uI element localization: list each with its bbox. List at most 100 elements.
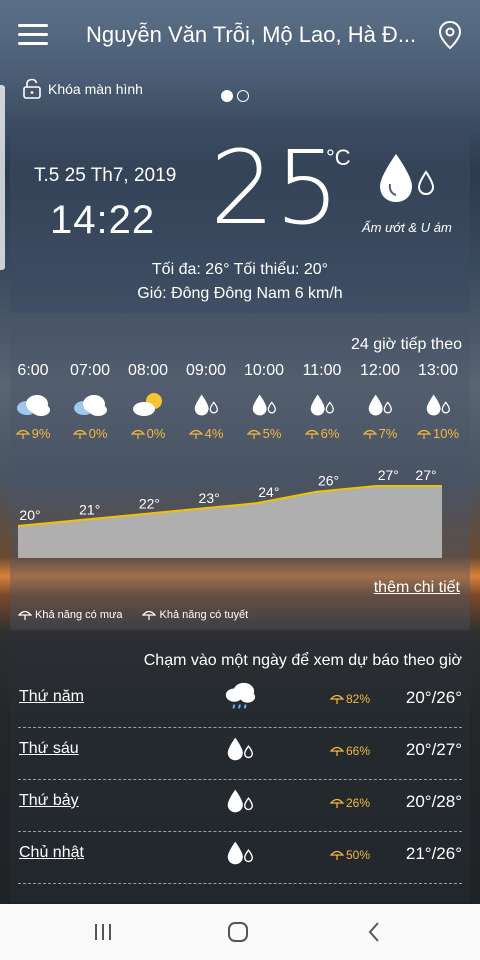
legend-rain-label: Khả năng có mưa xyxy=(35,609,123,621)
hourly-item[interactable]: 08:00 0% xyxy=(119,362,177,441)
chart-temp-label: 23° xyxy=(199,490,220,506)
hour-icon xyxy=(420,392,456,418)
more-details-link[interactable]: thêm chi tiết xyxy=(374,579,460,597)
raindrops-icon xyxy=(380,154,435,202)
hour-precip-value: 10% xyxy=(432,426,460,441)
hourly-item[interactable]: 11:00 6% xyxy=(293,362,351,441)
partly-cloudy-icon xyxy=(74,395,107,416)
day-precip-value: 50% xyxy=(346,848,371,862)
day-icon xyxy=(223,680,257,714)
umbrella-icon xyxy=(330,746,344,756)
chart-temp-label: 21° xyxy=(79,501,100,517)
umbrella-icon xyxy=(188,429,203,439)
hour-label: 07:00 xyxy=(69,362,111,379)
raindrops-icon xyxy=(227,737,253,761)
day-temp-range: 20°/28° xyxy=(405,792,462,811)
umbrella-snow-icon xyxy=(142,610,157,620)
day-precip-value: 26% xyxy=(346,796,371,810)
hour-icon xyxy=(72,392,108,418)
legend-snow-label: Khả năng có tuyết xyxy=(159,609,249,621)
hourly-item[interactable]: 13:00 10% xyxy=(409,362,467,441)
day-precip-value: 82% xyxy=(346,692,371,706)
umbrella-icon xyxy=(330,798,344,808)
side-drawer-handle[interactable] xyxy=(0,85,5,270)
day-icon xyxy=(223,836,257,870)
android-nav-bar xyxy=(0,904,480,960)
daily-row[interactable]: Chủ nhật 50% 21°/26° xyxy=(18,832,462,884)
umbrella-icon xyxy=(330,850,344,860)
hour-label: 12:00 xyxy=(359,362,401,379)
current-time: 14:22 xyxy=(50,198,156,242)
hour-precip: 5% xyxy=(235,426,293,441)
hourly-item[interactable]: 10:00 5% xyxy=(235,362,293,441)
partly-cloudy-icon xyxy=(17,395,50,416)
umbrella-icon xyxy=(15,429,30,439)
raindrops-icon xyxy=(368,394,392,416)
wind-info: Gió: Đông Đông Nam 6 km/h xyxy=(137,285,343,302)
hour-precip-value: 5% xyxy=(262,426,282,441)
lock-label: Khóa màn hình xyxy=(48,81,143,97)
location-title[interactable]: Nguyễn Văn Trỗi, Mộ Lao, Hà Đ... xyxy=(86,22,421,48)
hour-label: 13:00 xyxy=(417,362,459,379)
current-date: T.5 25 Th7, 2019 xyxy=(34,165,177,186)
hour-precip: 6% xyxy=(293,426,351,441)
day-precip: 50% xyxy=(330,848,370,862)
page-dot-1[interactable] xyxy=(221,90,233,102)
hour-precip-value: 7% xyxy=(378,426,398,441)
raindrops-icon xyxy=(310,394,334,416)
hour-label: 10:00 xyxy=(243,362,285,379)
hour-label: 11:00 xyxy=(302,362,342,379)
umbrella-icon xyxy=(416,429,431,439)
top-bar: Nguyễn Văn Trỗi, Mộ Lao, Hà Đ... xyxy=(0,0,480,72)
rain-cloud-icon xyxy=(225,682,256,709)
hour-icon xyxy=(246,392,282,418)
hour-icon xyxy=(15,392,51,418)
daily-row[interactable]: Thứ bảy 26% 20°/28° xyxy=(18,780,462,832)
umbrella-icon xyxy=(246,429,261,439)
day-name[interactable]: Thứ bảy xyxy=(19,792,79,810)
lock-screen-toggle[interactable]: Khóa màn hình xyxy=(22,78,143,100)
temperature-chart: 20° 21° 22° 23° 24° 26° 27° 27° xyxy=(17,467,442,558)
day-precip-value: 66% xyxy=(346,744,371,758)
menu-icon[interactable] xyxy=(18,24,48,46)
hour-icon xyxy=(188,392,224,418)
raindrops-icon xyxy=(252,394,276,416)
temperature-unit: °C xyxy=(326,145,351,170)
daily-row[interactable]: Thứ năm 82% 20°/26° xyxy=(18,676,462,728)
home-icon[interactable] xyxy=(223,920,253,944)
day-name[interactable]: Chủ nhật xyxy=(19,844,84,862)
daily-forecast-panel: Chạm vào một ngày để xem dự báo theo giờ… xyxy=(10,640,470,902)
daily-title: Chạm vào một ngày để xem dự báo theo giờ xyxy=(143,652,462,669)
hour-precip-value: 0% xyxy=(146,426,166,441)
daily-row[interactable]: Thứ sáu 66% 20°/27° xyxy=(18,728,462,780)
umbrella-icon xyxy=(18,610,32,620)
day-precip: 26% xyxy=(330,796,370,810)
back-icon[interactable] xyxy=(360,920,390,944)
raindrops-icon xyxy=(227,789,253,813)
raindrops-icon xyxy=(194,394,218,416)
hour-icon xyxy=(362,392,398,418)
legend-rain: Khả năng có mưa xyxy=(18,609,122,621)
day-temp-range: 21°/26° xyxy=(405,844,462,863)
day-precip: 66% xyxy=(330,744,370,758)
hourly-item[interactable]: 07:00 0% xyxy=(61,362,119,441)
legend-snow: Khả năng có tuyết xyxy=(142,609,248,621)
hour-precip: 0% xyxy=(119,426,177,441)
day-name[interactable]: Thứ năm xyxy=(19,688,84,706)
hourly-item[interactable]: 09:00 4% xyxy=(177,362,235,441)
hourly-item[interactable]: 12:00 7% xyxy=(351,362,409,441)
hour-label: 09:00 xyxy=(185,362,227,379)
page-dot-2[interactable] xyxy=(237,90,249,102)
day-temp-range: 20°/27° xyxy=(405,740,462,759)
day-name[interactable]: Thứ sáu xyxy=(19,740,79,758)
hourly-item[interactable]: 6:00 9% xyxy=(4,362,62,441)
hour-label: 6:00 xyxy=(17,362,49,379)
hour-icon xyxy=(130,392,166,418)
hourly-title: 24 giờ tiếp theo xyxy=(350,336,462,353)
umbrella-icon xyxy=(304,429,319,439)
hour-precip-value: 0% xyxy=(88,426,108,441)
hour-precip: 10% xyxy=(409,426,467,441)
raindrops-icon xyxy=(227,841,253,865)
location-pin-icon[interactable] xyxy=(438,20,462,50)
recent-apps-icon[interactable] xyxy=(88,920,118,944)
